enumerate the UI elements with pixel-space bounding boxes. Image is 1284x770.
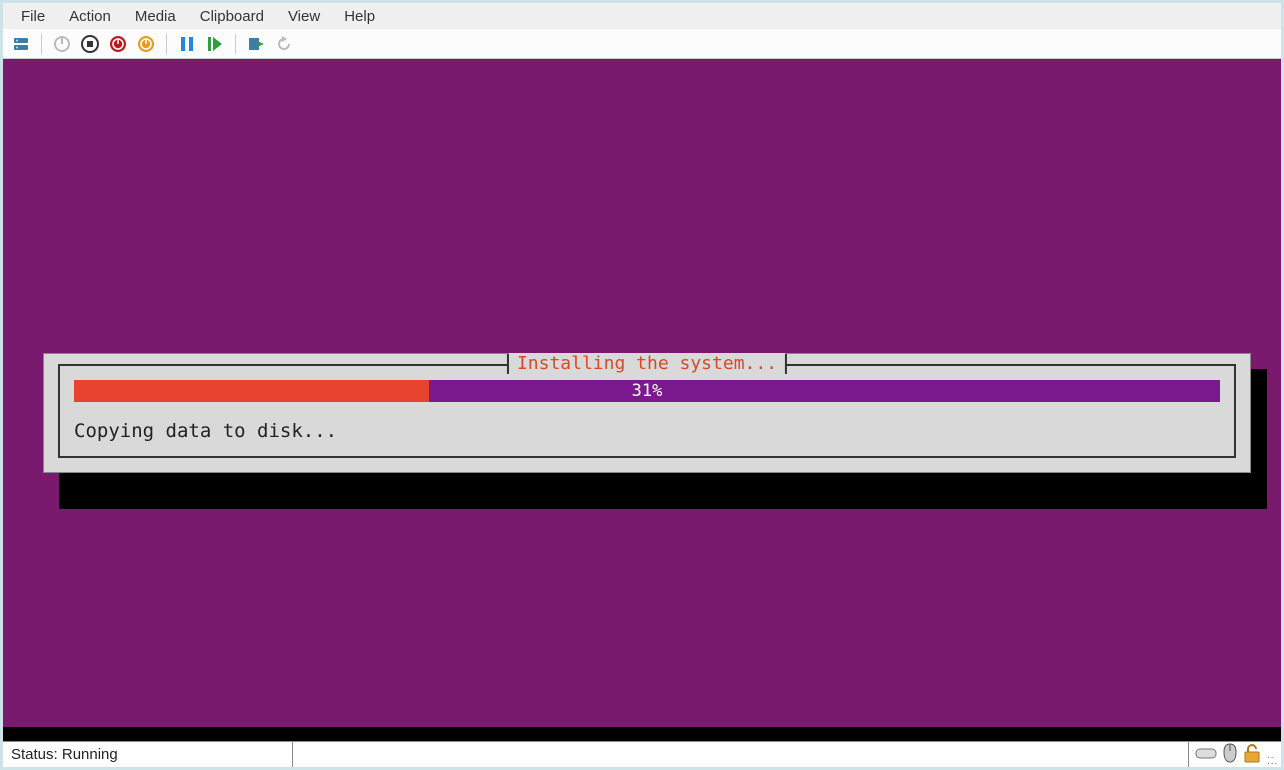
installer-status-text: Copying data to disk... bbox=[74, 420, 1220, 442]
toolbar-separator bbox=[235, 34, 236, 54]
status-spacer bbox=[293, 742, 1189, 767]
menu-view[interactable]: View bbox=[278, 6, 330, 27]
menu-help[interactable]: Help bbox=[334, 6, 385, 27]
toolbar bbox=[3, 29, 1281, 59]
shutdown-icon[interactable] bbox=[106, 32, 130, 56]
installer-dialog: Installing the system... 31% Copying dat… bbox=[43, 353, 1251, 473]
keyboard-icon bbox=[1195, 746, 1217, 764]
power-off-icon[interactable] bbox=[50, 32, 74, 56]
revert-icon[interactable] bbox=[272, 32, 296, 56]
resize-grip[interactable]: ..... bbox=[1267, 753, 1281, 767]
vm-bottom-border bbox=[3, 727, 1281, 741]
menu-media[interactable]: Media bbox=[125, 6, 186, 27]
toolbar-separator bbox=[41, 34, 42, 54]
menu-bar: File Action Media Clipboard View Help bbox=[3, 3, 1281, 29]
stop-icon[interactable] bbox=[78, 32, 102, 56]
installer-title: Installing the system... bbox=[509, 353, 785, 374]
toolbar-separator bbox=[166, 34, 167, 54]
checkpoint-icon[interactable] bbox=[244, 32, 268, 56]
start-icon[interactable] bbox=[203, 32, 227, 56]
menu-clipboard[interactable]: Clipboard bbox=[190, 6, 274, 27]
reset-icon[interactable] bbox=[134, 32, 158, 56]
progress-percent-label: 31% bbox=[74, 380, 1220, 402]
status-icons bbox=[1189, 742, 1267, 767]
lock-open-icon bbox=[1243, 743, 1261, 767]
status-bar: Status: Running ..... bbox=[3, 741, 1281, 767]
server-icon[interactable] bbox=[9, 32, 33, 56]
vm-display[interactable]: Installing the system... 31% Copying dat… bbox=[3, 59, 1281, 741]
pause-icon[interactable] bbox=[175, 32, 199, 56]
menu-file[interactable]: File bbox=[11, 6, 55, 27]
progress-bar: 31% bbox=[74, 380, 1220, 402]
menu-action[interactable]: Action bbox=[59, 6, 121, 27]
mouse-icon bbox=[1223, 743, 1237, 767]
status-text: Status: Running bbox=[3, 742, 293, 767]
